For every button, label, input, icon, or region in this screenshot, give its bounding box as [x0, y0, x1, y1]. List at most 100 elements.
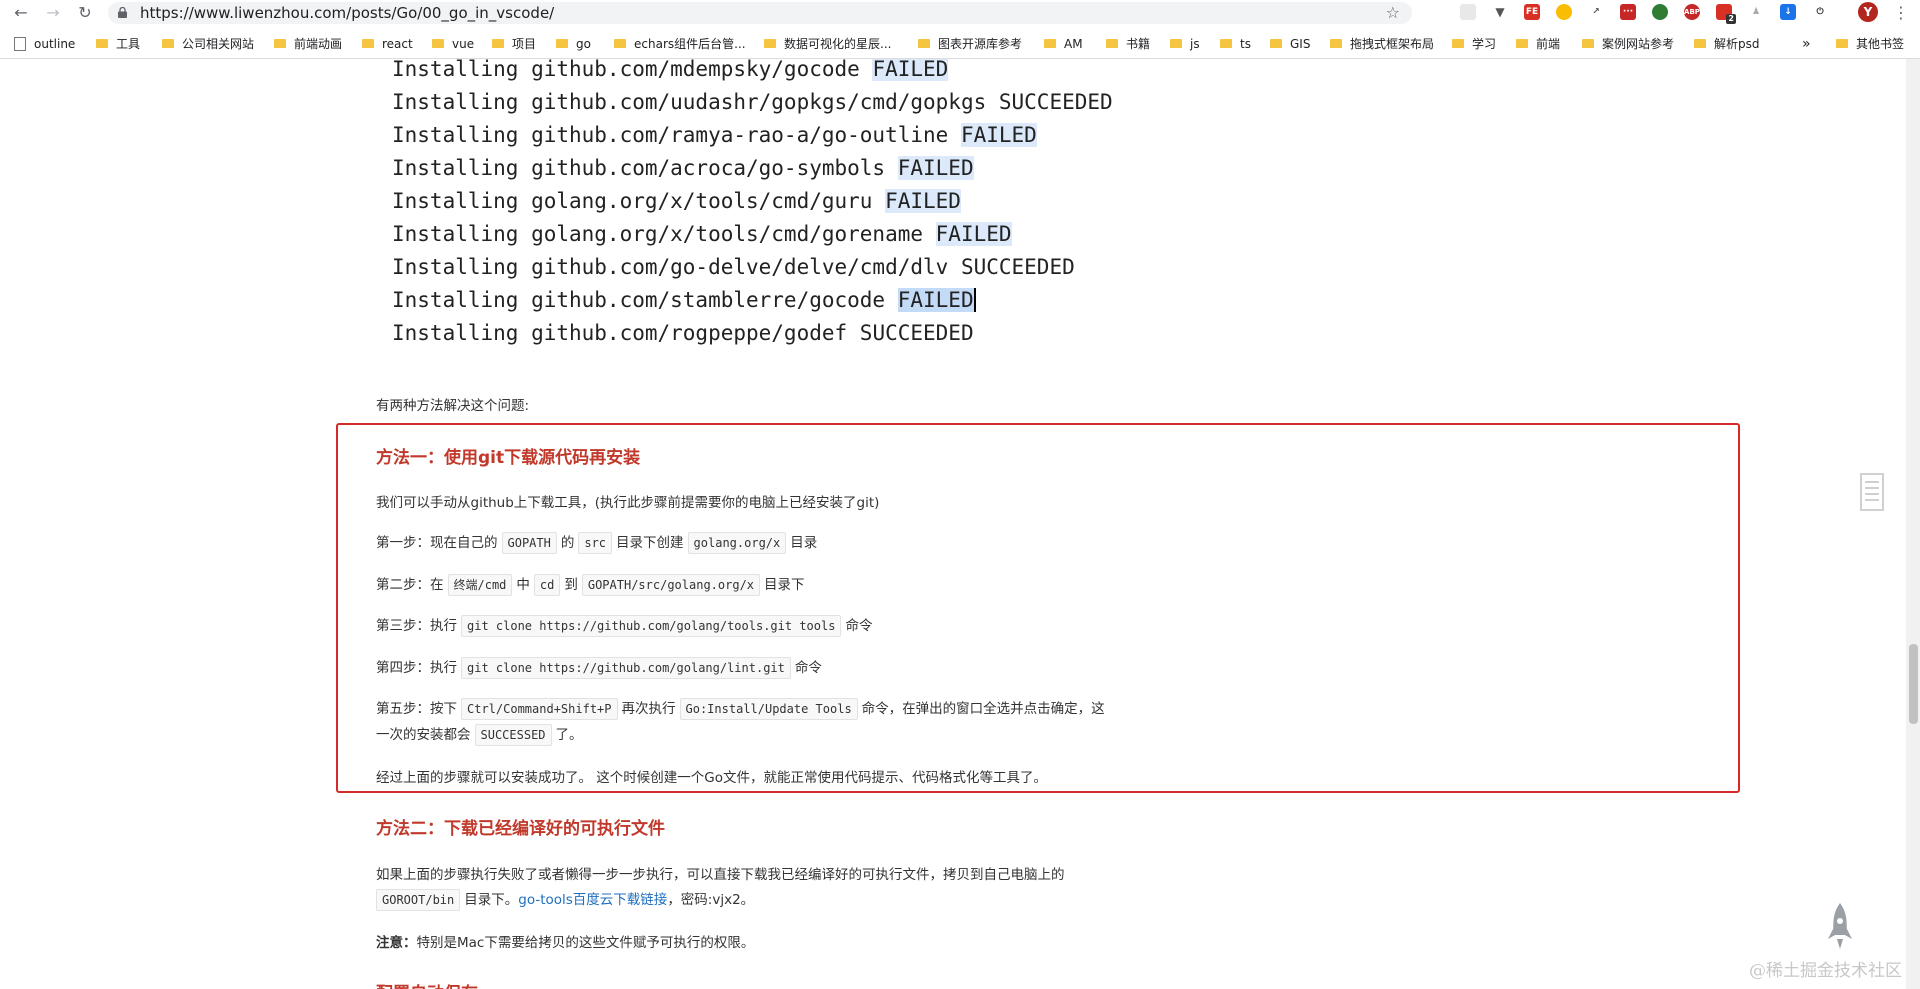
extension-icon[interactable] — [1460, 4, 1476, 20]
page-icon — [14, 36, 26, 51]
bookmark-item[interactable]: echars组件后台管... — [614, 36, 746, 52]
other-bookmarks[interactable]: 其他书签 — [1836, 36, 1904, 52]
bookmark-item[interactable]: 前端 — [1516, 36, 1560, 52]
menu-kebab-icon[interactable]: ⋮ — [1892, 4, 1910, 22]
folder-icon — [362, 39, 374, 48]
step5: 第五步：按下 Ctrl/Command+Shift+P 再次执行 Go:Install… — [376, 697, 1105, 720]
menu-toc-icon[interactable] — [1855, 470, 1889, 514]
folder-icon — [1270, 39, 1282, 48]
back-to-top-icon[interactable] — [1825, 901, 1855, 951]
folder-icon — [1516, 39, 1528, 48]
evernote-icon[interactable] — [1652, 4, 1668, 20]
method1-desc: 我们可以手动从github上下载工具，(执行此步骤前提需要你的电脑上已经安装了g… — [376, 495, 880, 511]
code-block: Installing github.com/mdempsky/gocode FA… — [392, 59, 1113, 350]
download-link[interactable]: go-tools百度云下载链接 — [518, 892, 667, 908]
lock-icon — [118, 7, 127, 18]
folder-icon — [1106, 39, 1118, 48]
code-line: Installing github.com/mdempsky/gocode FA… — [392, 59, 949, 81]
intro-text: 有两种方法解决这个问题: — [376, 398, 530, 414]
bookmark-item[interactable]: 项目 — [492, 36, 536, 52]
step3: 第三步：执行 git clone https://github.com/golan… — [376, 614, 872, 637]
back-icon[interactable]: ← — [12, 4, 30, 22]
method2-title: 方法二：下载已经编译好的可执行文件 — [376, 819, 665, 839]
bookmark-item[interactable]: 解析psd — [1694, 36, 1760, 52]
folder-icon — [432, 39, 444, 48]
method2-p2: GOROOT/bin 目录下。go-tools百度云下载链接，密码:vjx2。 — [372, 888, 754, 911]
bookmark-item[interactable]: react — [362, 36, 413, 52]
step4: 第四步：执行 git clone https://github.com/golan… — [376, 656, 822, 679]
bookmark-item[interactable]: 学习 — [1452, 36, 1496, 52]
scrollbar-thumb[interactable] — [1909, 644, 1918, 724]
folder-icon — [1220, 39, 1232, 48]
code-line: Installing github.com/acroca/go-symbols … — [392, 156, 974, 180]
folder-icon — [162, 39, 174, 48]
bookmark-item[interactable]: AM — [1044, 36, 1083, 52]
step1: 第一步：现在自己的 GOPATH 的 src 目录下创建 golang.org/x 目录 — [376, 531, 817, 554]
bookmark-item[interactable]: outline — [14, 36, 75, 52]
folder-icon — [1836, 39, 1848, 48]
bookmark-item[interactable]: 拖拽式框架布局 — [1330, 36, 1434, 52]
folder-icon — [556, 39, 568, 48]
folder-icon — [1044, 39, 1056, 48]
bookmark-item[interactable]: 案例网站参考 — [1582, 36, 1674, 52]
step2: 第二步：在 终端/cmd 中 cd 到 GOPATH/src/golang.org/x 目录… — [376, 573, 805, 596]
bookmark-item[interactable]: go — [556, 36, 591, 52]
code-line: Installing github.com/uudashr/gopkgs/cmd… — [392, 90, 1113, 114]
avatar[interactable]: Y — [1858, 2, 1878, 22]
method1-title: 方法一：使用git下载源代码再安装 — [376, 448, 641, 468]
bookmark-item[interactable]: 图表开源库参考 — [918, 36, 1022, 52]
fe-extension-icon[interactable]: FE — [1524, 4, 1540, 20]
method2-note: 注意：特别是Mac下需要给拷贝的这些文件赋予可执行的权限。 — [376, 935, 755, 951]
url-text[interactable]: https://www.liwenzhou.com/posts/Go/00_go… — [140, 4, 554, 22]
folder-icon — [1582, 39, 1594, 48]
bookmark-item[interactable]: 数据可视化的星辰... — [764, 36, 891, 52]
bookmark-item[interactable]: 公司相关网站 — [162, 36, 254, 52]
next-section-title: 配置自动保存 — [376, 979, 478, 989]
bookmark-item[interactable]: 工具 — [96, 36, 140, 52]
folder-icon — [96, 39, 108, 48]
bookmark-item[interactable]: 书籍 — [1106, 36, 1150, 52]
bookmark-item[interactable]: ts — [1220, 36, 1251, 52]
adblock-icon[interactable]: ABP — [1684, 4, 1700, 20]
method1-result: 经过上面的步骤就可以安装成功了。 这个时候创建一个Go文件，就能正常使用代码提示… — [376, 770, 1048, 786]
folder-icon — [274, 39, 286, 48]
folder-icon — [1452, 39, 1464, 48]
bookmarks-overflow-button[interactable]: » — [1802, 36, 1811, 52]
scrollbar[interactable] — [1906, 59, 1920, 989]
forward-icon[interactable]: → — [44, 4, 62, 22]
selected-text: FAILED — [897, 288, 976, 312]
bookmark-item[interactable]: js — [1170, 36, 1200, 52]
extension-badge: 2 — [1726, 14, 1736, 24]
bookmark-item[interactable]: GIS — [1270, 36, 1310, 52]
folder-icon — [1330, 39, 1342, 48]
code-line: Installing github.com/go-delve/delve/cmd… — [392, 255, 1075, 279]
bookmark-item[interactable]: 前端动画 — [274, 36, 342, 52]
code-line: Installing github.com/ramya-rao-a/go-out… — [392, 123, 1037, 147]
folder-icon — [1170, 39, 1182, 48]
folder-icon — [764, 39, 776, 48]
chrome-extension-icon[interactable] — [1556, 4, 1572, 20]
chart-extension-icon[interactable]: ↗ — [1588, 4, 1604, 20]
power-extension-icon[interactable]: ⏻ — [1812, 4, 1828, 20]
folder-icon — [492, 39, 504, 48]
folder-icon — [614, 39, 626, 48]
watermark: @稀土掘金技术社区 — [1749, 961, 1902, 981]
download-extension-icon[interactable]: ↓ — [1780, 4, 1796, 20]
page-content: Installing github.com/mdempsky/gocode FA… — [0, 59, 1920, 989]
folder-icon — [1694, 39, 1706, 48]
address-bar[interactable]: https://www.liwenzhou.com/posts/Go/00_go… — [108, 2, 1412, 24]
bookmark-item[interactable]: vue — [432, 36, 474, 52]
reload-icon[interactable]: ↻ — [76, 4, 94, 22]
browser-toolbar: ← → ↻ https://www.liwenzhou.com/posts/Go… — [0, 0, 1920, 26]
code-line: Installing golang.org/x/tools/cmd/gorena… — [392, 222, 1012, 246]
vue-devtools-icon[interactable]: ▼ — [1492, 4, 1508, 20]
code-line: Installing golang.org/x/tools/cmd/guru F… — [392, 189, 961, 213]
bookmark-star-icon[interactable]: ☆ — [1386, 3, 1400, 22]
dots-extension-icon[interactable]: ··· — [1620, 4, 1636, 20]
bookmarks-bar: outline 工具 公司相关网站 前端动画 react vue 项目 go e… — [0, 30, 1920, 59]
code-line: Installing github.com/stamblerre/gocode … — [392, 288, 976, 312]
person-extension-icon[interactable]: ♟ — [1748, 4, 1764, 20]
todo-extension-icon[interactable]: 2 — [1716, 4, 1736, 24]
method2-p1: 如果上面的步骤执行失败了或者懒得一步一步执行，可以直接下载我已经编译好的可执行文… — [376, 867, 1065, 883]
code-line: Installing github.com/rogpeppe/godef SUC… — [392, 321, 974, 345]
